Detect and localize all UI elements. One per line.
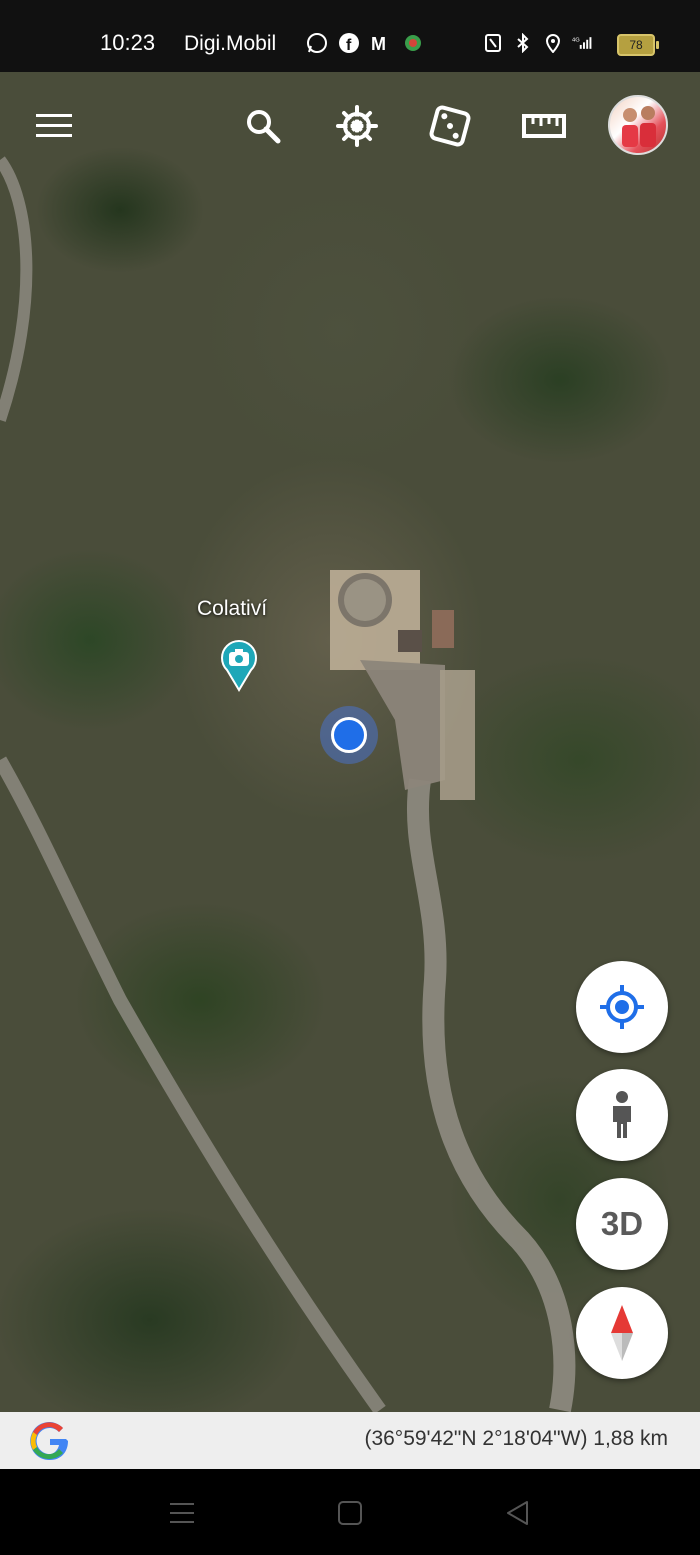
notification-icons: f M (306, 32, 424, 54)
menu-icon (36, 114, 72, 137)
home-button[interactable] (334, 1497, 366, 1529)
camera-pin-icon (221, 639, 257, 692)
bluetooth-icon (512, 32, 534, 54)
ship-wheel-icon (336, 105, 378, 147)
current-location-center (331, 717, 367, 753)
view-3d-button[interactable]: 3D (576, 1178, 668, 1270)
search-button[interactable] (237, 100, 289, 152)
compass-icon (611, 1305, 633, 1361)
svg-text:f: f (346, 37, 352, 54)
status-time: 10:23 (100, 30, 156, 55)
system-navigation-bar (0, 1469, 700, 1555)
battery-indicator: 78 (617, 34, 659, 56)
location-icon (542, 32, 564, 54)
menu-button[interactable] (28, 100, 80, 152)
nfc-icon (482, 32, 504, 54)
avatar-photo (622, 106, 656, 147)
view-3d-label: 3D (600, 1205, 644, 1242)
my-location-icon (600, 985, 644, 1029)
measure-button[interactable] (518, 100, 570, 152)
whatsapp-icon (306, 32, 328, 54)
compass-button[interactable] (576, 1287, 668, 1379)
back-icon (507, 1501, 528, 1525)
gmail-icon: M (370, 32, 392, 54)
signal-4g-icon: 4G (572, 32, 594, 54)
svg-text:M: M (371, 34, 386, 54)
coordinates-readout: (36°59'42"N 2°18'04"W) 1,88 km (364, 1427, 668, 1450)
recent-apps-icon (170, 1503, 194, 1523)
voyager-button[interactable] (331, 100, 383, 152)
account-avatar[interactable] (608, 95, 668, 155)
street-view-button[interactable] (576, 1069, 668, 1161)
dice-icon (429, 105, 471, 147)
status-carrier: Digi.Mobil (184, 32, 277, 55)
home-icon (338, 1501, 362, 1525)
current-location-dot[interactable] (320, 706, 378, 764)
svg-text:4G: 4G (572, 38, 580, 44)
search-icon (247, 110, 281, 144)
system-icons: 4G (482, 32, 594, 54)
my-location-button[interactable] (576, 961, 668, 1053)
ruler-icon (522, 114, 566, 138)
facebook-icon: f (338, 32, 360, 54)
feeling-lucky-button[interactable] (424, 100, 476, 152)
place-label[interactable]: Colativí (197, 597, 267, 621)
recent-apps-button[interactable] (166, 1497, 198, 1529)
map-footer: (36°59'42"N 2°18'04"W) 1,88 km (0, 1412, 700, 1469)
app-notification-icon (402, 32, 424, 54)
google-g-logo (30, 1422, 69, 1461)
status-bar: 10:23 Digi.Mobil f M 4G 78 (0, 0, 700, 72)
photo-marker[interactable] (219, 638, 259, 697)
back-button[interactable] (502, 1497, 534, 1529)
pegman-icon (613, 1091, 631, 1138)
